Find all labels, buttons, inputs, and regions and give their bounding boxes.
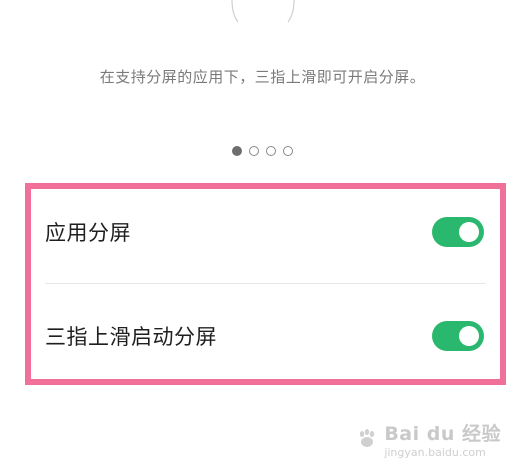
page-dot-1[interactable] (232, 146, 242, 156)
three-finger-swipe-toggle[interactable] (432, 320, 484, 351)
setting-row-three-finger-swipe[interactable]: 三指上滑启动分屏 (31, 293, 500, 378)
toggle-knob (459, 325, 479, 346)
watermark-logo-text: Bai du 经验 (384, 423, 501, 445)
toggle-knob (459, 221, 479, 242)
page-indicator (0, 146, 525, 156)
setting-label: 三指上滑启动分屏 (45, 324, 217, 349)
feature-description: 在支持分屏的应用下，三指上滑即可开启分屏。 (99, 68, 426, 86)
page-dot-4[interactable] (283, 146, 293, 156)
screen: 在支持分屏的应用下，三指上滑即可开启分屏。 应用分屏 三指上滑启动分屏 Bai … (0, 0, 525, 469)
page-dot-2[interactable] (249, 146, 259, 156)
divider (45, 283, 486, 284)
phone-illustration (231, 0, 295, 23)
baidu-jingyan-watermark: Bai du 经验 jingyan.baidu.com (356, 419, 501, 459)
setting-label: 应用分屏 (45, 220, 131, 245)
watermark-site: jingyan.baidu.com (384, 446, 486, 459)
highlighted-settings-group: 应用分屏 三指上滑启动分屏 (25, 183, 506, 385)
app-split-screen-toggle[interactable] (432, 216, 484, 247)
paw-logo-icon (360, 429, 375, 447)
page-dot-3[interactable] (266, 146, 276, 156)
setting-row-app-split-screen[interactable]: 应用分屏 (31, 189, 500, 274)
